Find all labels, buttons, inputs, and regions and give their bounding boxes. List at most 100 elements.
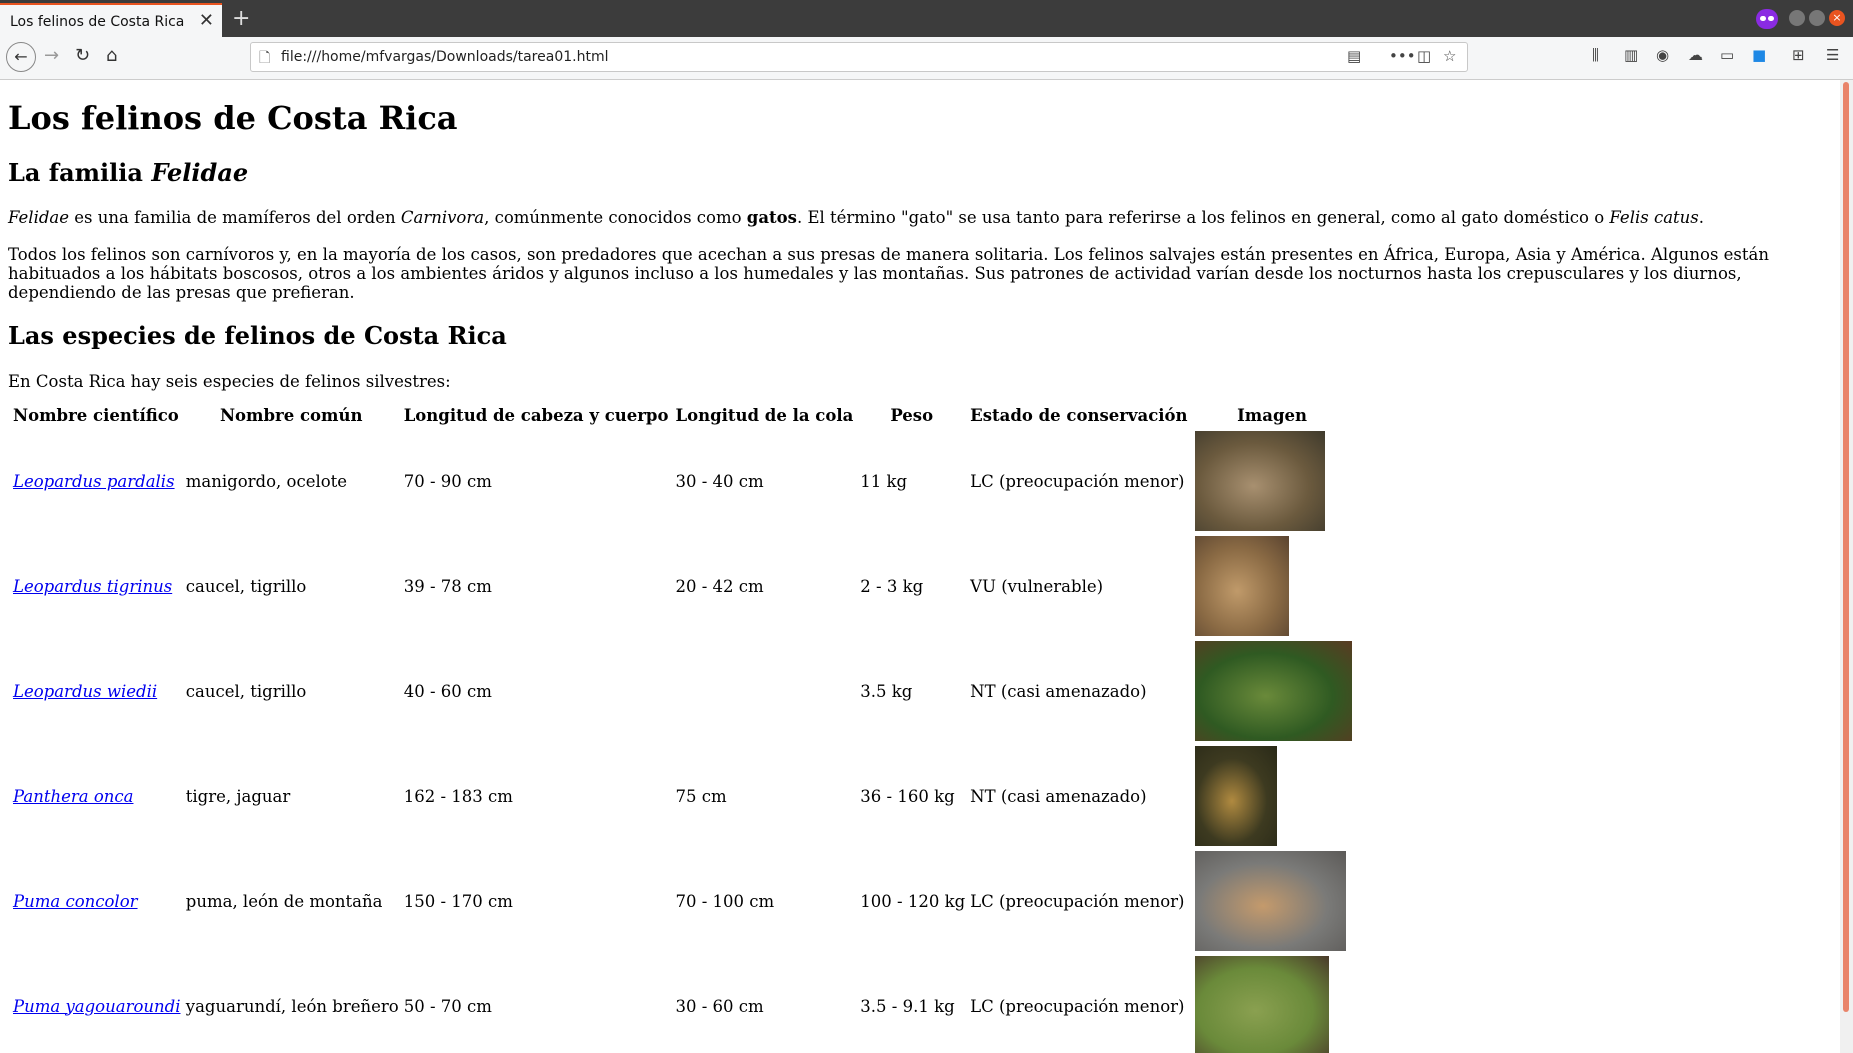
common-name-cell: tigre, jaguar — [185, 786, 291, 806]
weight-cell: 100 - 120 kg — [860, 891, 966, 911]
header-conservation: Estado de conservación — [970, 405, 1188, 425]
family-heading: La familia Felidae — [8, 158, 248, 187]
header-tail-length: Longitud de la cola — [675, 405, 854, 425]
body-length-cell: 39 - 78 cm — [403, 576, 492, 596]
conservation-cell: NT (casi amenazado) — [970, 681, 1147, 701]
common-name-cell: puma, león de montaña — [185, 891, 383, 911]
body-length-cell: 50 - 70 cm — [403, 996, 492, 1016]
common-name-cell: caucel, tigrillo — [185, 576, 307, 596]
account-icon[interactable]: ◉ — [1656, 46, 1669, 64]
zoom-icon[interactable]: ■ — [1752, 46, 1766, 64]
sci-name-cell[interactable]: Leopardus wiedii — [11, 640, 181, 742]
weight-cell: 36 - 160 kg — [860, 786, 955, 806]
browser-tab[interactable]: Los felinos de Costa Rica ✕ — [0, 3, 222, 37]
species-link[interactable]: Panthera onca — [13, 787, 133, 806]
header-image: Imagen — [1237, 405, 1307, 425]
screenshot-icon[interactable]: ▭ — [1720, 46, 1734, 64]
species-heading: Las especies de felinos de Costa Rica — [8, 321, 507, 350]
home-icon[interactable]: ⌂ — [106, 45, 117, 66]
species-intro: En Costa Rica hay seis especies de felin… — [8, 372, 451, 391]
conservation-cell: NT (casi amenazado) — [970, 786, 1147, 806]
private-browsing-icon — [1756, 9, 1778, 29]
extensions-icon[interactable]: ⊞ — [1792, 46, 1805, 64]
conservation-cell: LC (preocupación menor) — [970, 891, 1185, 911]
table-row: Leopardus wiedii caucel, tigrillo 40 - 60 … — [11, 640, 1352, 742]
sync-icon[interactable]: ☁ — [1688, 46, 1703, 64]
tail-length-cell: 30 - 40 cm — [675, 471, 764, 491]
species-photo — [1194, 851, 1346, 951]
species-table: Nombre científico Nombre común Longitud … — [8, 400, 1355, 1053]
close-tab-icon[interactable]: ✕ — [199, 10, 214, 31]
bookmark-star-icon[interactable]: ☆ — [1443, 47, 1456, 65]
image-cell — [1193, 850, 1352, 952]
page-info-icon[interactable]: 🗋 — [259, 47, 270, 71]
text-segment: es una familia de mamíferos del orden — [69, 208, 401, 227]
maximize-window-button[interactable] — [1809, 10, 1825, 26]
weight-cell: 11 kg — [860, 471, 908, 491]
common-name-cell: caucel, tigrillo — [185, 681, 307, 701]
weight-cell: 2 - 3 kg — [860, 576, 924, 596]
menu-icon[interactable]: ☰ — [1826, 46, 1839, 64]
tab-title: Los felinos de Costa Rica — [10, 14, 185, 30]
text-felidae: Felidae — [8, 208, 70, 227]
table-row: Leopardus tigrinus caucel, tigrillo 39 - 7… — [11, 535, 1352, 637]
image-cell — [1193, 640, 1352, 742]
table-row: Puma concolor puma, león de montaña 150 - … — [11, 850, 1352, 952]
url-text[interactable]: file:///home/mfvargas/Downloads/tarea01.… — [281, 49, 608, 65]
common-name-cell: manigordo, ocelote — [185, 471, 348, 491]
close-window-button[interactable]: × — [1829, 10, 1845, 26]
table-row: Panthera onca tigre, jaguar 162 - 183 cm 75… — [11, 745, 1352, 847]
table-row: Leopardus pardalis manigordo, ocelote 70 -… — [11, 430, 1352, 532]
more-icon[interactable]: ••• — [1389, 47, 1416, 65]
species-link[interactable]: Puma concolor — [13, 892, 138, 911]
page-viewport: Los felinos de Costa Rica La familia Fel… — [0, 80, 1840, 1053]
sci-name-cell[interactable]: Panthera onca — [11, 745, 181, 847]
library-icon[interactable]: ⫼ — [1592, 46, 1599, 64]
forward-icon[interactable]: → — [44, 45, 59, 66]
text-carnivora: Carnivora — [400, 208, 485, 227]
url-bar[interactable]: 🗋 file:///home/mfvargas/Downloads/tarea0… — [250, 42, 1468, 72]
header-weight: Peso — [890, 405, 934, 425]
sci-name-cell[interactable]: Puma concolor — [11, 850, 181, 952]
text-segment: , comúnmente conocidos como — [484, 208, 747, 227]
common-name-cell: yaguarundí, león breñero — [185, 996, 399, 1016]
reader-view-icon[interactable]: ▤ — [1347, 47, 1361, 65]
conservation-cell: VU (vulnerable) — [970, 576, 1104, 596]
weight-cell: 3.5 kg — [860, 681, 913, 701]
reload-icon[interactable]: ↻ — [75, 45, 90, 66]
sci-name-cell[interactable]: Leopardus tigrinus — [11, 535, 181, 637]
family-heading-prefix: La familia — [8, 158, 152, 187]
new-tab-button[interactable]: + — [232, 6, 250, 31]
felines-paragraph: Todos los felinos son carnívoros y, en l… — [8, 245, 1769, 302]
text-gatos: gatos — [746, 208, 797, 227]
species-link[interactable]: Leopardus wiedii — [13, 682, 157, 701]
pocket-icon[interactable]: ◫ — [1417, 47, 1431, 65]
page-title: Los felinos de Costa Rica — [8, 99, 458, 137]
body-length-cell: 150 - 170 cm — [403, 891, 513, 911]
tail-length-cell: 75 cm — [675, 786, 727, 806]
tail-length-cell: 70 - 100 cm — [675, 891, 775, 911]
image-cell — [1193, 535, 1352, 637]
tab-bar: Los felinos de Costa Rica ✕ + × — [0, 0, 1853, 37]
species-link[interactable]: Leopardus pardalis — [13, 472, 175, 491]
tail-length-cell — [673, 640, 855, 742]
header-body-length: Longitud de cabeza y cuerpo — [403, 405, 669, 425]
text-felis-catus: Felis catus — [1609, 208, 1699, 227]
conservation-cell: LC (preocupación menor) — [970, 471, 1185, 491]
header-scientific-name: Nombre científico — [13, 405, 179, 425]
species-link[interactable]: Leopardus tigrinus — [13, 577, 172, 596]
species-photo — [1194, 641, 1352, 741]
image-cell — [1193, 745, 1352, 847]
sidebar-icon[interactable]: ▥ — [1624, 46, 1638, 64]
sci-name-cell[interactable]: Puma yagouaroundi — [11, 955, 181, 1053]
sci-name-cell[interactable]: Leopardus pardalis — [11, 430, 181, 532]
species-photo — [1194, 746, 1277, 846]
back-icon[interactable]: ← — [6, 42, 36, 72]
weight-cell: 3.5 - 9.1 kg — [860, 996, 955, 1016]
family-paragraph: Felidae es una familia de mamíferos del … — [8, 208, 1838, 227]
minimize-window-button[interactable] — [1789, 10, 1805, 26]
species-photo — [1194, 536, 1289, 636]
scrollbar-thumb[interactable] — [1843, 82, 1849, 1012]
species-link[interactable]: Puma yagouaroundi — [13, 997, 181, 1016]
image-cell — [1193, 430, 1352, 532]
